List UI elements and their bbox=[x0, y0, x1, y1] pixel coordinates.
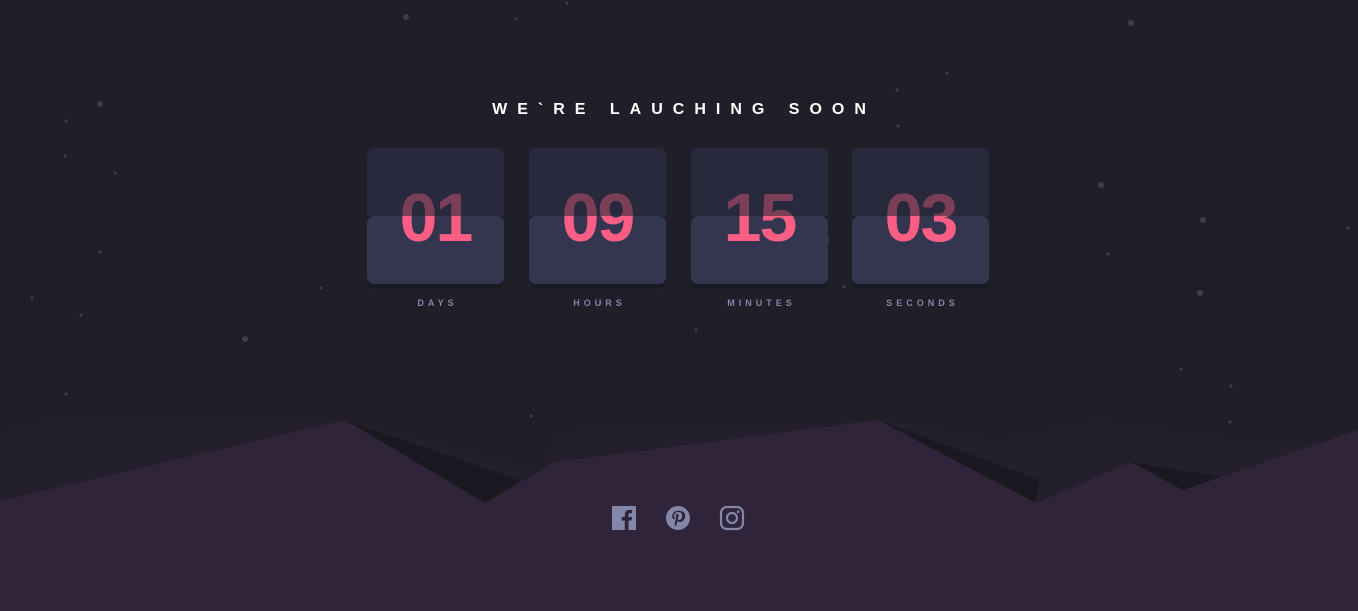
social-links bbox=[611, 505, 745, 531]
instagram-link[interactable] bbox=[719, 505, 745, 531]
countdown-timer: 0101 DAYS 0909 HOURS 1515 MINUTES 0303 S bbox=[367, 148, 989, 318]
facebook-icon bbox=[612, 506, 636, 530]
flip-card-shade bbox=[691, 148, 828, 216]
flip-card-hours: 0909 bbox=[529, 148, 666, 284]
flip-card-seconds: 0303 bbox=[852, 148, 989, 284]
flip-card-shade bbox=[367, 148, 504, 216]
page-title: WE`RE LAUCHING SOON bbox=[492, 101, 876, 118]
flip-card-shade bbox=[852, 148, 989, 216]
countdown-minutes: 1515 MINUTES bbox=[691, 148, 828, 318]
hours-label: HOURS bbox=[573, 298, 626, 308]
facebook-link[interactable] bbox=[611, 505, 637, 531]
days-label: DAYS bbox=[417, 298, 458, 308]
minutes-label: MINUTES bbox=[727, 298, 796, 308]
seconds-label: SECONDS bbox=[886, 298, 959, 308]
flip-card-minutes: 1515 bbox=[691, 148, 828, 284]
flip-card-shade bbox=[529, 148, 666, 216]
pinterest-link[interactable] bbox=[665, 505, 691, 531]
countdown-days: 0101 DAYS bbox=[367, 148, 504, 318]
pinterest-icon bbox=[666, 506, 690, 530]
countdown-seconds: 0303 SECONDS bbox=[852, 148, 989, 318]
countdown-hours: 0909 HOURS bbox=[529, 148, 666, 318]
flip-card-days: 0101 bbox=[367, 148, 504, 284]
instagram-icon bbox=[719, 505, 745, 531]
